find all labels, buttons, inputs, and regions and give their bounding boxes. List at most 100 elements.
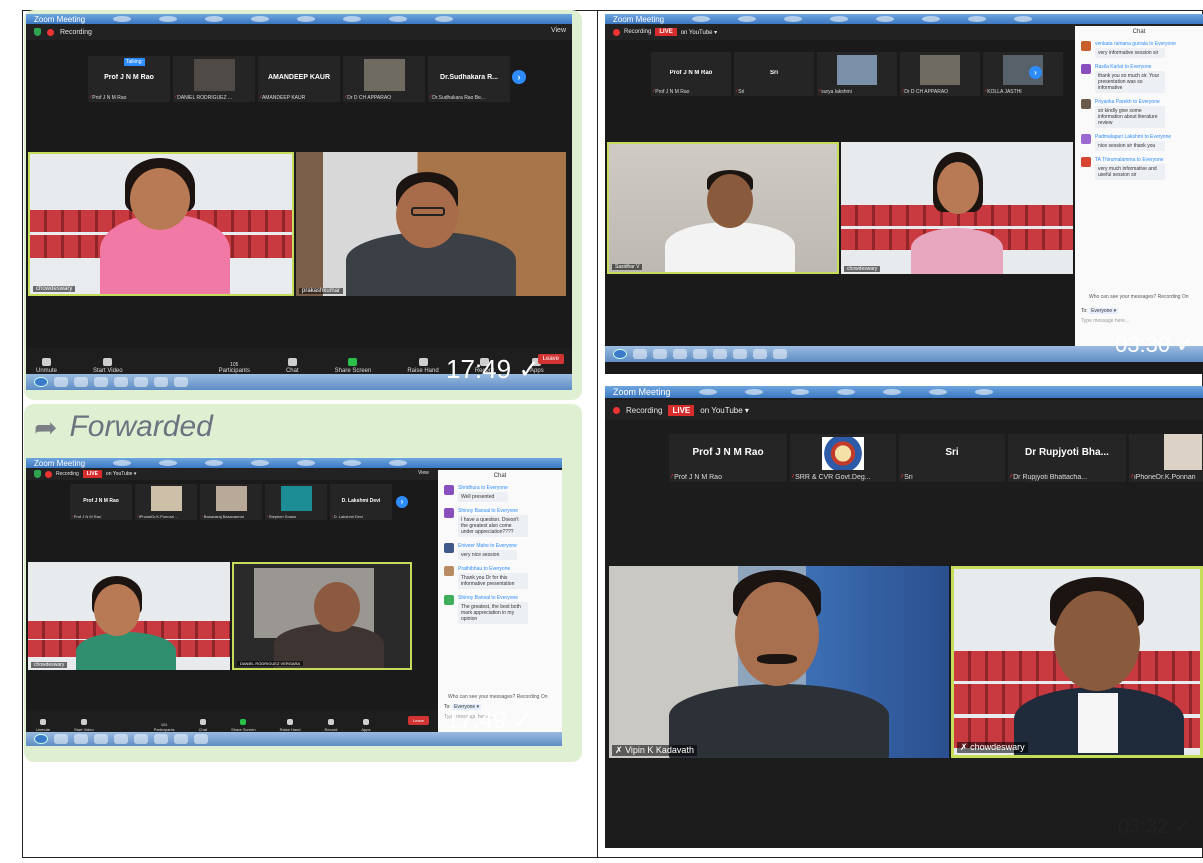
share-screen-button[interactable]: Share Screen	[231, 719, 256, 732]
app-icon[interactable]	[733, 349, 747, 359]
chat-input[interactable]: Type message here...	[1081, 318, 1129, 324]
security-shield-icon[interactable]	[34, 470, 41, 478]
participants-button[interactable]: 101 Participants	[154, 722, 175, 732]
forwarded-label: ➦ Forwarded	[34, 410, 213, 443]
chrome-icon[interactable]	[134, 377, 148, 387]
video-tile[interactable]: ✗ chowdeswary	[951, 566, 1203, 758]
app-icon[interactable]	[194, 734, 208, 744]
folder-icon[interactable]	[94, 377, 108, 387]
participant-name-label: Sasidhar V	[612, 264, 643, 270]
app-icon[interactable]	[154, 377, 168, 387]
ie-icon[interactable]	[633, 349, 647, 359]
participant-thumbnail[interactable]: ⁄ Basavaraj Basavannar	[200, 484, 262, 520]
window-title: Zoom Meeting	[34, 14, 86, 24]
chat-title: Chat	[1132, 29, 1146, 35]
youtube-dropdown[interactable]: on YouTube ▾	[681, 29, 718, 36]
unmute-button[interactable]: Unmute	[36, 358, 57, 374]
video-tile[interactable]: prakashkumar	[296, 152, 566, 296]
chrome-icon[interactable]	[134, 734, 148, 744]
window-title-bar: Zoom Meeting	[605, 386, 1203, 398]
chat-button[interactable]: Chat	[199, 719, 207, 732]
participant-thumbnail[interactable]: ⁄ surya lakshmi	[817, 52, 897, 96]
youtube-dropdown[interactable]: on YouTube ▾	[106, 471, 136, 477]
firefox-icon[interactable]	[653, 349, 667, 359]
message-timestamp: 17:49 ✓	[446, 354, 541, 384]
participant-thumbnail[interactable]: Dr Rupjyoti Bha... ⁄ Dr Rupjyoti Bhattac…	[1008, 434, 1126, 482]
video-tile[interactable]: ✗ Vipin K Kadavath	[609, 566, 949, 758]
app-icon[interactable]	[773, 349, 787, 359]
participant-thumbnail[interactable]: ⁄ Stephen Soans	[265, 484, 327, 520]
view-button[interactable]: View	[418, 470, 429, 476]
participants-button[interactable]: 105 Participants	[219, 362, 250, 374]
start-video-button[interactable]: Start Video	[93, 358, 123, 374]
message-timestamp: 17:49 ✓	[446, 707, 533, 734]
thumbnail-strip: Prof J N M Rao ⁄ Prof J N M Rao Sri ⁄ Sr…	[651, 52, 1063, 96]
participant-thumbnail[interactable]: Sri ⁄ Sri	[899, 434, 1005, 482]
video-tile[interactable]: chowdeswary	[841, 142, 1073, 274]
next-page-arrow-icon[interactable]: ›	[1029, 66, 1042, 79]
participant-thumbnail[interactable]: ⁄ DANIEL RODRIGUEZ ...	[173, 56, 255, 102]
firefox-icon[interactable]	[74, 377, 88, 387]
participant-thumbnail[interactable]: ⁄ iPhoneDr.K.Ponnari	[1129, 434, 1203, 482]
video-tile[interactable]: chowdeswary	[28, 562, 230, 670]
app-icon[interactable]	[154, 734, 168, 744]
video-tile[interactable]: DANIEL RODRIGUEZ VERGARA	[232, 562, 412, 670]
window-title: Zoom Meeting	[613, 387, 671, 397]
apps-button[interactable]: Apps	[361, 719, 371, 732]
raise-hand-button[interactable]: Raise Hand	[407, 358, 439, 374]
folder-icon[interactable]	[673, 349, 687, 359]
start-orb-icon[interactable]	[613, 349, 627, 359]
participant-thumbnail[interactable]: Talking: Prof J N M Rao ⁄ Prof J N M Rao	[88, 56, 170, 102]
window-title-bar: Zoom Meeting	[26, 14, 572, 24]
folder-icon[interactable]	[94, 734, 108, 744]
participant-thumbnail[interactable]: ⁄ Dr D CH APPARAO	[343, 56, 425, 102]
view-button[interactable]: View	[551, 27, 566, 34]
chat-visibility-note[interactable]: Who can see your messages? Recording On	[1089, 294, 1189, 300]
participant-thumbnail[interactable]: Dr.Sudhakara R... ⁄ Dr.Sudhakara Rao Be.…	[428, 56, 510, 102]
chat-recipient[interactable]: To: Everyone ▾	[1081, 308, 1119, 314]
participant-thumbnail[interactable]: ⁄ SRR & CVR Govt.Deg...	[790, 434, 896, 482]
chat-button[interactable]: Chat	[286, 358, 299, 374]
security-shield-icon[interactable]	[34, 28, 41, 36]
participant-thumbnail[interactable]: AMANDEEP KAUR ⁄ AMANDEEP KAUR	[258, 56, 340, 102]
chrome-icon[interactable]	[713, 349, 727, 359]
leave-button[interactable]: Leave	[537, 354, 564, 364]
participant-thumbnail[interactable]: ⁄ KOLLA JASTHI	[983, 52, 1063, 96]
record-button[interactable]: Record	[324, 719, 337, 732]
zoom-icon[interactable]	[174, 377, 188, 387]
participant-thumbnail[interactable]: ⁄ Dr D CH APPARAO	[900, 52, 980, 96]
media-icon[interactable]	[114, 734, 128, 744]
ie-icon[interactable]	[54, 734, 68, 744]
participant-thumbnail[interactable]: D. Lakshmi Devi ⁄ D. Lakshmi Devi	[330, 484, 392, 520]
live-badge: LIVE	[82, 470, 102, 478]
video-tile[interactable]: chowdeswary	[28, 152, 294, 296]
start-orb-icon[interactable]	[34, 734, 48, 744]
participant-thumbnail[interactable]: Prof J N M Rao ⁄ Prof J N M Rao	[669, 434, 787, 482]
zoom-icon[interactable]	[753, 349, 767, 359]
start-video-button[interactable]: Start Video	[74, 719, 94, 732]
table-divider	[597, 10, 598, 858]
leave-button[interactable]: Leave	[408, 716, 429, 725]
ie-icon[interactable]	[54, 377, 68, 387]
next-page-arrow-icon[interactable]: ›	[512, 70, 526, 84]
zoom-icon[interactable]	[174, 734, 188, 744]
raise-hand-button[interactable]: Raise Hand	[280, 719, 300, 732]
share-screen-button[interactable]: Share Screen	[335, 358, 371, 374]
media-icon[interactable]	[693, 349, 707, 359]
participant-thumbnail[interactable]: Sri ⁄ Sri	[734, 52, 814, 96]
unmute-button[interactable]: Unmute	[36, 719, 50, 732]
next-page-arrow-icon[interactable]: ›	[396, 496, 408, 508]
firefox-icon[interactable]	[74, 734, 88, 744]
chat-message: Prathibhau to Everyone Thank you Dr for t…	[438, 566, 562, 589]
participant-thumbnail[interactable]: Prof J N M Rao ⁄ Prof J N M Rao	[651, 52, 731, 96]
recording-icon	[47, 28, 54, 36]
participant-name-label: prakashkumar	[299, 288, 344, 294]
participant-thumbnail[interactable]: ⁄ iPhoneDr.K.Ponnari ...	[135, 484, 197, 520]
youtube-dropdown[interactable]: on YouTube ▾	[700, 406, 749, 415]
start-orb-icon[interactable]	[34, 377, 48, 387]
chat-visibility-note[interactable]: Who can see your messages? Recording On	[448, 694, 548, 700]
video-tile[interactable]: Sasidhar V	[607, 142, 839, 274]
media-icon[interactable]	[114, 377, 128, 387]
zoom-window-top-right: Zoom Meeting Recording LIVE on YouTube ▾…	[605, 14, 1203, 374]
participant-thumbnail[interactable]: Prof J N M Rao ⁄ Prof J N M Rao	[70, 484, 132, 520]
